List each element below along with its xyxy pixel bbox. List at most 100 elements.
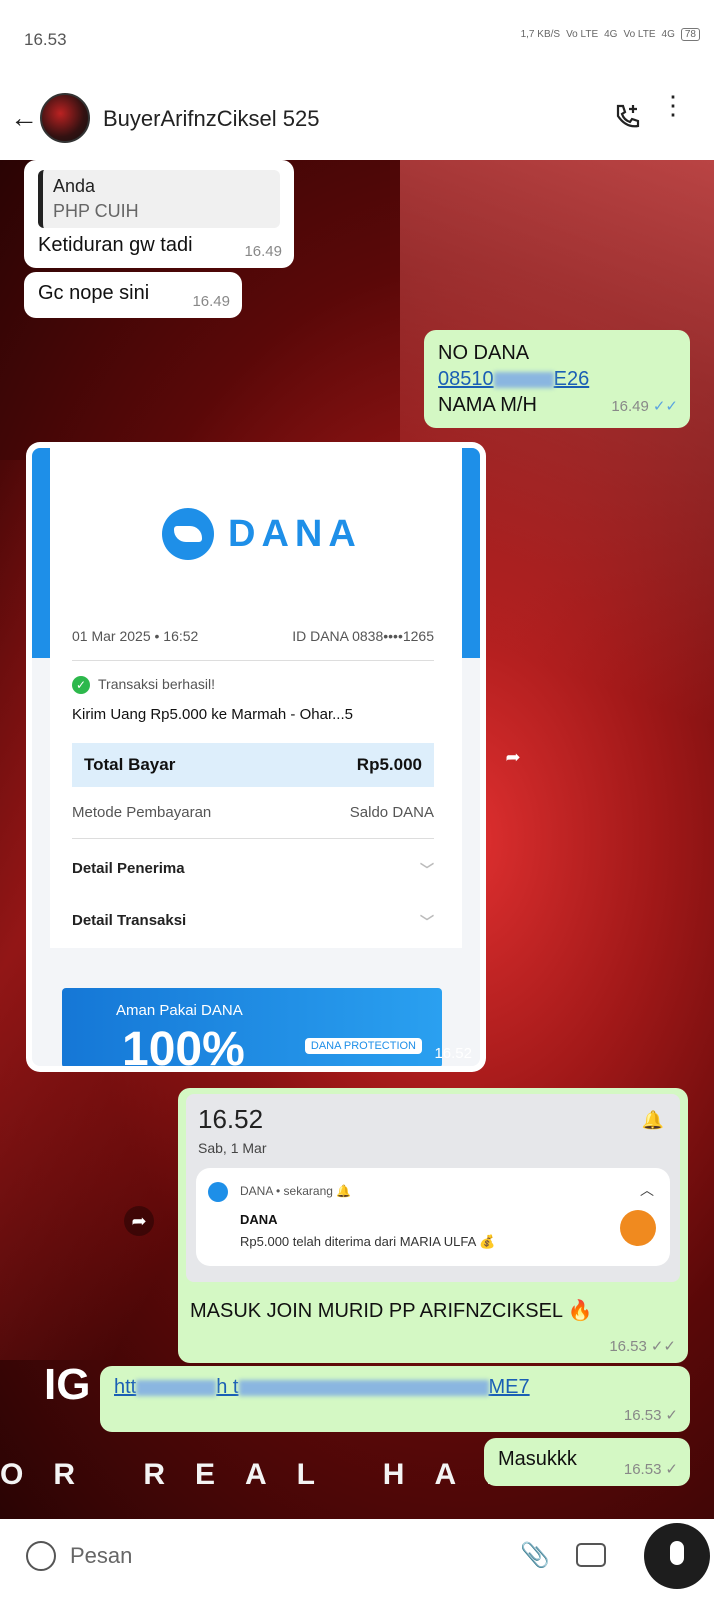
chevron-down-icon: ﹀ [420, 914, 434, 930]
dana-app-icon [208, 1182, 228, 1202]
composer-bar: Pesan 📎 [0, 1519, 714, 1599]
receipt-status: Transaksi berhasil! [98, 676, 215, 692]
message-text: Masukkk [498, 1448, 577, 1470]
promo-tag: DANA PROTECTION [304, 1038, 422, 1054]
phone-start: 08510 [438, 368, 494, 390]
promo-big: 100% [122, 1023, 245, 1066]
dana-logo-icon [162, 508, 214, 560]
status-time: 16.53 [24, 30, 67, 49]
forward-icon[interactable]: ➦ [498, 742, 528, 772]
receipt-id: ID DANA 0838••••1265 [292, 628, 434, 644]
total-value: Rp5.000 [356, 755, 422, 774]
image-message[interactable]: DANA 01 Mar 2025 • 16:52 ID DANA 0838•••… [26, 442, 486, 1072]
message-time: 16.53 [623, 1407, 662, 1424]
status-bar: 16.53 1,7 KB/S Vo LTE 4G Vo LTE 4G 78 [0, 0, 714, 78]
volte-2: Vo LTE [623, 29, 656, 40]
message-text: Ketiduran gw tadi [38, 234, 193, 256]
quote-author: Anda [53, 176, 96, 196]
redaction-blur [238, 1379, 489, 1396]
message-text: Gc nope sini [38, 282, 150, 304]
chat-area[interactable]: IG OR REAL HANY Anda PHP CUIH Ketiduran … [0, 160, 714, 1519]
notif-body: Rp5.000 telah diterima dari MARIA ULFA 💰 [240, 1234, 496, 1249]
message-incoming[interactable]: Gc nope sini 16.49 [24, 272, 242, 318]
message-time-wrap: 16.49 ✓✓ [611, 394, 678, 420]
message-time: 16.49 [244, 243, 282, 260]
receipt-date: 01 Mar 2025 • 16:52 [72, 628, 199, 644]
check-icon: ✓ [72, 676, 90, 694]
sent-tick-icon: ✓ [665, 1461, 678, 1478]
input-placeholder: Pesan [70, 1543, 133, 1568]
recipient-label: Detail Penerima [72, 860, 185, 877]
avatar-icon [620, 1210, 656, 1246]
link-mid: h t [216, 1376, 239, 1398]
link-start: htt [114, 1376, 137, 1398]
method-value: Saldo DANA [349, 804, 434, 821]
receipt-card: DANA 01 Mar 2025 • 16:52 ID DANA 0838•••… [50, 448, 462, 948]
attachment-icon[interactable]: 📎 [520, 1541, 550, 1570]
message-time-wrap: 16.53 ✓ [624, 1406, 678, 1424]
notif-title: DANA [240, 1212, 278, 1227]
receipt-description: Kirim Uang Rp5.000 ke Marmah - Ohar...5 [72, 706, 353, 723]
message-outgoing[interactable]: Masukkk 16.53 ✓ [484, 1438, 690, 1486]
transaction-row: Detail Transaksi ﹀ [72, 912, 434, 932]
emoji-icon[interactable] [26, 1541, 56, 1571]
contact-name[interactable]: BuyerArifnzCiksel 525 [103, 106, 319, 132]
message-input[interactable]: Pesan 📎 [10, 1525, 634, 1589]
phone-end: E26 [553, 368, 590, 390]
forward-icon[interactable]: ➦ [124, 1206, 154, 1236]
message-time-wrap: 16.53 ✓ [624, 1460, 678, 1478]
notif-date: Sab, 1 Mar [198, 1140, 267, 1156]
method-label: Metode Pembayaran [72, 804, 212, 821]
message-time: 16.53 [609, 1338, 647, 1355]
signal-1: 4G [604, 29, 618, 40]
message-outgoing[interactable]: htt h t ME7 16.53 ✓ [100, 1366, 690, 1432]
message-time-wrap: 16.53 ✓✓ [609, 1337, 676, 1355]
promo-text: Aman Pakai DANA [116, 1002, 243, 1019]
microphone-button[interactable] [644, 1523, 710, 1589]
receipt-border [462, 448, 480, 658]
notif-clock: 16.52 [198, 1104, 264, 1134]
chevron-up-icon: ︿ [640, 1182, 654, 1198]
total-label: Total Bayar [84, 755, 176, 774]
redaction-blur [493, 371, 554, 388]
bell-icon: 🔔 [641, 1110, 664, 1130]
message-time: 16.49 [192, 293, 230, 310]
back-arrow-icon[interactable]: ← [10, 102, 38, 134]
status-icons: 1,7 KB/S Vo LTE 4G Vo LTE 4G 78 [521, 28, 700, 41]
more-options-icon[interactable]: ⋮ [660, 92, 686, 118]
battery-icon: 78 [680, 28, 700, 41]
message-phone-link[interactable]: 08510 E26 [438, 366, 676, 392]
reply-quote[interactable]: Anda PHP CUIH [38, 170, 280, 228]
payment-method-row: Metode Pembayaran Saldo DANA [72, 804, 434, 821]
total-box: Total Bayar Rp5.000 [72, 743, 434, 787]
wallpaper-ig-text: IG [44, 1360, 91, 1409]
contact-avatar[interactable] [40, 93, 90, 143]
message-incoming[interactable]: Anda PHP CUIH Ketiduran gw tadi 16.49 [24, 160, 294, 268]
receipt-meta-row: 01 Mar 2025 • 16:52 ID DANA 0838••••1265 [72, 628, 434, 644]
sent-tick-icon: ✓ [665, 1407, 678, 1424]
delivered-ticks-icon: ✓✓ [650, 1338, 676, 1355]
message-outgoing[interactable]: NO DANA 08510 E26 NAMA M/H 16.49 ✓✓ [424, 330, 690, 428]
dana-brand: DANA [228, 512, 362, 555]
transaction-label: Detail Transaksi [72, 912, 187, 929]
message-time: 16.49 [611, 398, 649, 415]
signal-2: 4G [661, 29, 675, 40]
message-caption: MASUK JOIN MURID PP ARIFNZCIKSEL 🔥 [190, 1300, 593, 1322]
network-speed: 1,7 KB/S [520, 29, 561, 40]
promo-banner: Aman Pakai DANA 100% DANA PROTECTION [62, 988, 442, 1066]
receipt-image: DANA 01 Mar 2025 • 16:52 ID DANA 0838•••… [32, 448, 480, 1066]
notification-card: DANA • sekarang 🔔 ︿ DANA Rp5.000 telah d… [196, 1168, 670, 1266]
divider [72, 660, 434, 661]
camera-icon[interactable] [576, 1543, 606, 1567]
chat-header: ← BuyerArifnzCiksel 525 ⋮ [0, 78, 714, 160]
divider [72, 838, 434, 839]
quote-text: PHP CUIH [53, 201, 139, 221]
redaction-blur [136, 1379, 217, 1396]
volte-1: Vo LTE [566, 29, 599, 40]
add-call-icon[interactable] [612, 102, 642, 132]
image-message-outgoing[interactable]: 16.52 Sab, 1 Mar 🔔 DANA • sekarang 🔔 ︿ D… [178, 1088, 688, 1363]
notification-screenshot: 16.52 Sab, 1 Mar 🔔 DANA • sekarang 🔔 ︿ D… [186, 1094, 680, 1282]
dana-logo: DANA [162, 508, 362, 560]
message-time: 16.53 [623, 1461, 662, 1478]
message-link[interactable]: htt h t ME7 [114, 1376, 676, 1399]
